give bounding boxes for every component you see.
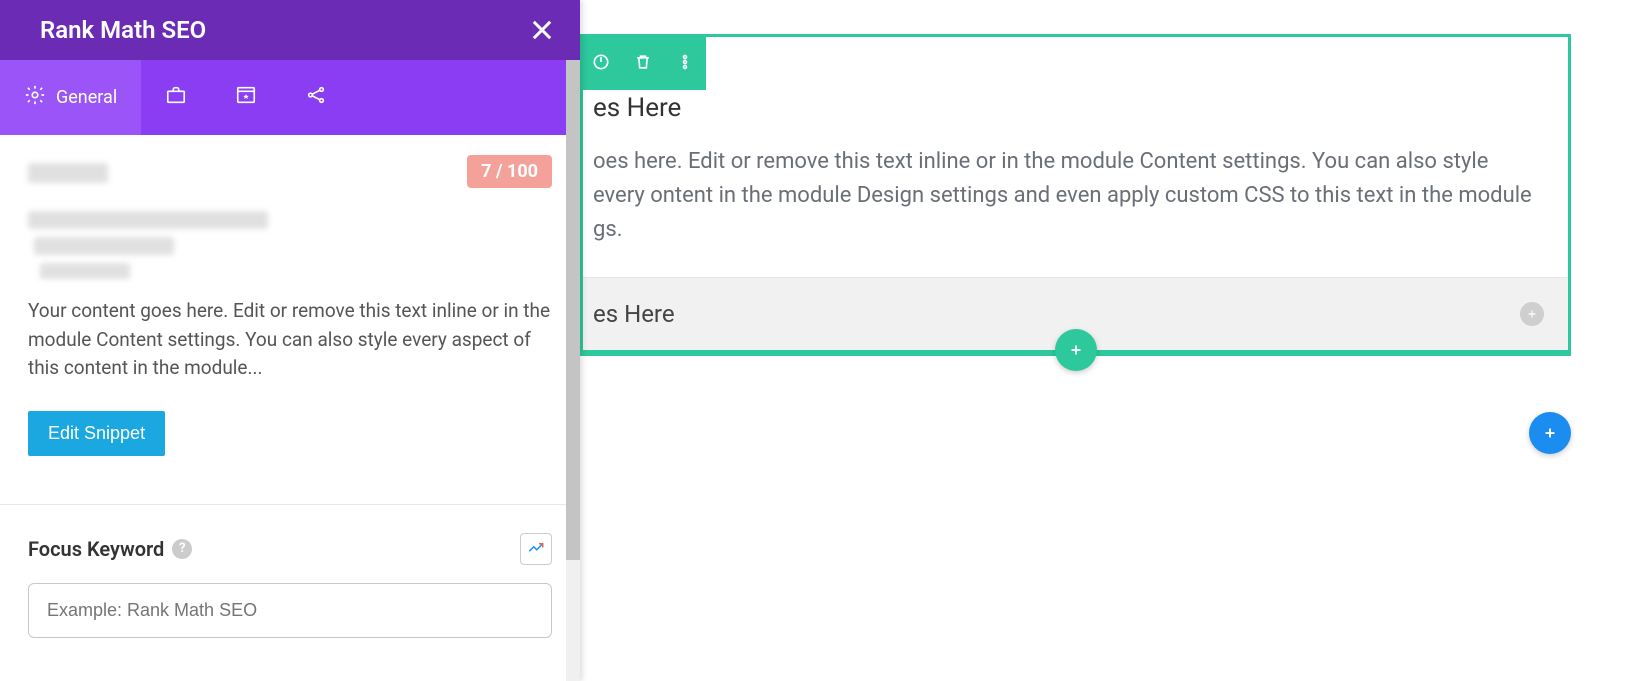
rankmath-panel: Rank Math SEO General 7 / 1 xyxy=(0,0,580,681)
panel-scrollbar-thumb[interactable] xyxy=(566,60,580,560)
redacted-line xyxy=(40,263,130,279)
panel-header: Rank Math SEO xyxy=(0,0,580,60)
module-text[interactable]: oes here. Edit or remove this text inlin… xyxy=(593,145,1538,247)
seo-score-badge: 7 / 100 xyxy=(467,155,552,188)
gear-icon xyxy=(24,84,46,111)
window-star-icon xyxy=(235,84,257,111)
add-section-button[interactable] xyxy=(1529,412,1571,454)
more-icon[interactable] xyxy=(664,34,706,90)
page-builder: es Here oes here. Edit or remove this te… xyxy=(580,0,1631,681)
redacted-line xyxy=(28,163,108,183)
tab-social[interactable] xyxy=(281,60,351,135)
trends-icon[interactable] xyxy=(520,533,552,565)
module-inner: es Here oes here. Edit or remove this te… xyxy=(583,37,1568,277)
tab-general[interactable]: General xyxy=(0,60,141,135)
close-icon[interactable] xyxy=(528,16,556,44)
divider xyxy=(0,504,580,505)
module-sub-title: es Here xyxy=(593,300,675,328)
redacted-line xyxy=(28,211,268,229)
focus-keyword-row: Focus Keyword ? xyxy=(28,533,552,565)
help-icon[interactable]: ? xyxy=(172,539,192,559)
panel-body: 7 / 100 Your content goes here. Edit or … xyxy=(0,135,580,681)
briefcase-icon xyxy=(165,84,187,111)
trash-icon[interactable] xyxy=(622,34,664,90)
share-icon xyxy=(305,84,327,111)
snippet-description: Your content goes here. Edit or remove t… xyxy=(28,297,552,383)
tab-general-label: General xyxy=(56,87,117,108)
module-toolbar xyxy=(580,34,706,90)
panel-tabs: General xyxy=(0,60,580,135)
tab-advanced[interactable] xyxy=(141,60,211,135)
focus-keyword-label: Focus Keyword ? xyxy=(28,537,192,561)
power-icon[interactable] xyxy=(580,34,622,90)
tab-schema[interactable] xyxy=(211,60,281,135)
focus-keyword-label-text: Focus Keyword xyxy=(28,537,164,561)
module-title[interactable]: es Here xyxy=(593,93,1538,123)
module-add-bar xyxy=(583,350,1568,353)
panel-scrollbar[interactable] xyxy=(566,60,580,681)
panel-title: Rank Math SEO xyxy=(40,16,206,44)
edit-snippet-button[interactable]: Edit Snippet xyxy=(28,411,165,456)
builder-module[interactable]: es Here oes here. Edit or remove this te… xyxy=(580,34,1571,356)
focus-keyword-input[interactable] xyxy=(28,583,552,638)
redacted-line xyxy=(34,237,174,255)
add-module-button[interactable] xyxy=(1055,329,1097,371)
expand-icon[interactable] xyxy=(1520,302,1544,326)
